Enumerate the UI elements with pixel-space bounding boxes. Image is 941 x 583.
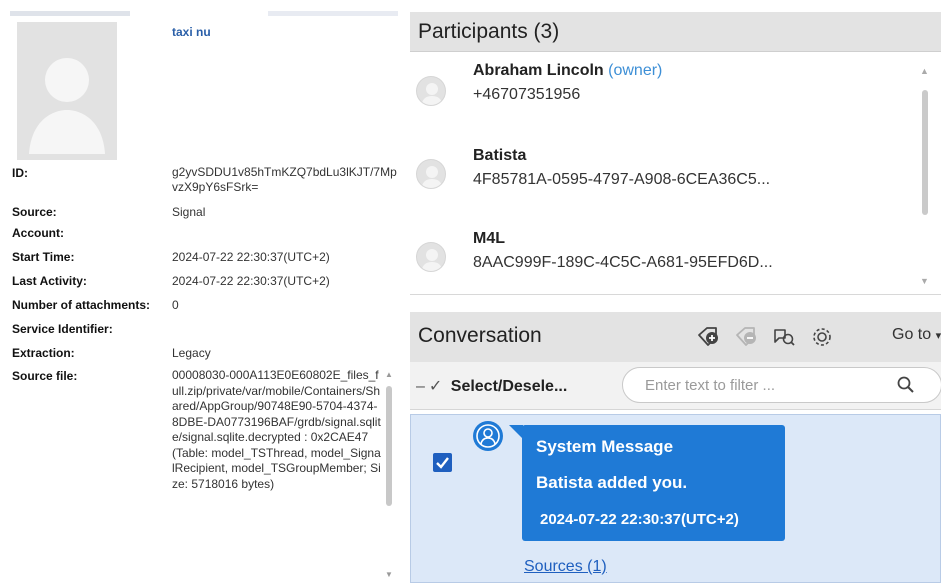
chat-name-link[interactable]: taxi nu: [172, 25, 211, 39]
go-to-label: Go to: [892, 326, 932, 343]
source-file-scrollbar[interactable]: ▲ ▼: [384, 370, 394, 583]
scroll-down-icon[interactable]: ▼: [920, 276, 929, 286]
participant-identifier: 4F85781A-0595-4797-A908-6CEA36C5...: [473, 171, 771, 188]
last-activity-label: Last Activity:: [12, 274, 87, 288]
attachments-label: Number of attachments:: [12, 298, 151, 312]
sender-avatar-icon: [473, 421, 503, 451]
remove-tag-icon[interactable]: [734, 326, 758, 348]
collapse-check-icon: –: [416, 378, 425, 395]
panel-tab-strip: [10, 11, 130, 16]
scroll-up-icon[interactable]: ▲: [920, 66, 929, 76]
extraction-value: Legacy: [172, 346, 211, 360]
participant-item[interactable]: Batista 4F85781A-0595-4797-A908-6CEA36C5…: [410, 137, 915, 217]
participant-avatar-icon: [416, 76, 446, 106]
start-time-value: 2024-07-22 22:30:37(UTC+2): [172, 250, 330, 264]
participants-scrollbar[interactable]: ▲ ▼: [918, 60, 932, 292]
sources-link[interactable]: Sources (1): [524, 558, 607, 576]
message-timestamp: 2024-07-22 22:30:37(UTC+2): [540, 511, 739, 528]
scroll-up-icon[interactable]: ▲: [385, 370, 393, 379]
scroll-down-icon[interactable]: ▼: [385, 570, 393, 579]
filter-input[interactable]: [622, 367, 941, 403]
participant-item[interactable]: M4L 8AAC999F-189C-4C5C-A681-95EFD6D...: [410, 220, 915, 300]
caret-down-icon: ▾: [935, 330, 941, 342]
checkmark-icon: [436, 457, 449, 469]
scrollbar-thumb[interactable]: [922, 90, 928, 215]
message-checkbox[interactable]: [433, 453, 452, 472]
participant-identifier: +46707351956: [473, 86, 581, 103]
details-panel: taxi nu ID: g2yvSDDU1v85hTmKZQ7bdLu3lKJT…: [0, 0, 405, 583]
settings-gear-icon[interactable]: [810, 326, 834, 348]
add-tag-icon[interactable]: [696, 326, 720, 348]
participant-item[interactable]: Abraham Lincoln (owner) +46707351956: [410, 52, 915, 132]
extraction-label: Extraction:: [12, 346, 75, 360]
scrollbar-thumb[interactable]: [386, 386, 392, 506]
panel-tab-strip-secondary: [268, 11, 398, 16]
participant-name: Batista: [473, 147, 527, 164]
select-deselect-button[interactable]: – ✓ Select/Desele...: [416, 376, 567, 396]
participant-avatar-icon: [416, 242, 446, 272]
source-file-value: 00008030-000A113E0E60802E_files_full.zip…: [172, 368, 381, 491]
owner-badge: (owner): [608, 62, 663, 79]
conversation-title: Conversation: [418, 324, 542, 347]
participants-title: Participants (3): [418, 20, 560, 43]
participant-avatar-icon: [416, 159, 446, 189]
participant-name-text: Abraham Lincoln: [473, 62, 604, 79]
attachments-value: 0: [172, 298, 179, 312]
source-label: Source:: [12, 205, 57, 219]
go-to-dropdown[interactable]: Go to ▾: [892, 326, 941, 344]
account-label: Account:: [12, 226, 64, 240]
check-icon: ✓: [428, 378, 443, 395]
participants-header: Participants (3): [410, 12, 941, 52]
filter-toolbar: – ✓ Select/Desele...: [410, 362, 941, 410]
id-label: ID:: [12, 166, 28, 180]
start-time-label: Start Time:: [12, 250, 75, 264]
source-file-label: Source file:: [12, 369, 78, 383]
message-text: Batista added you.: [536, 473, 688, 492]
participant-name: Abraham Lincoln (owner): [473, 62, 662, 80]
chat-bubbles-icon[interactable]: [772, 326, 796, 348]
chat-avatar: [17, 22, 117, 160]
conversation-header: Conversation Go to ▾: [410, 312, 941, 362]
service-identifier-label: Service Identifier:: [12, 322, 113, 336]
search-icon[interactable]: [896, 375, 916, 395]
select-deselect-label: Select/Desele...: [450, 378, 568, 395]
participant-name: M4L: [473, 230, 505, 247]
participants-list: Abraham Lincoln (owner) +46707351956 Bat…: [410, 52, 941, 295]
source-value: Signal: [172, 205, 206, 219]
last-activity-value: 2024-07-22 22:30:37(UTC+2): [172, 274, 330, 288]
person-placeholder-icon: [17, 22, 117, 160]
message-row[interactable]: System Message Batista added you. 2024-0…: [410, 414, 941, 583]
message-sender: System Message: [536, 437, 674, 456]
bubble-tail: [509, 425, 523, 439]
participant-identifier: 8AAC999F-189C-4C5C-A681-95EFD6D...: [473, 254, 773, 271]
message-bubble[interactable]: System Message Batista added you. 2024-0…: [522, 425, 785, 541]
id-value: g2yvSDDU1v85hTmKZQ7bdLu3lKJT/7MpvzX9pY6s…: [172, 165, 397, 194]
